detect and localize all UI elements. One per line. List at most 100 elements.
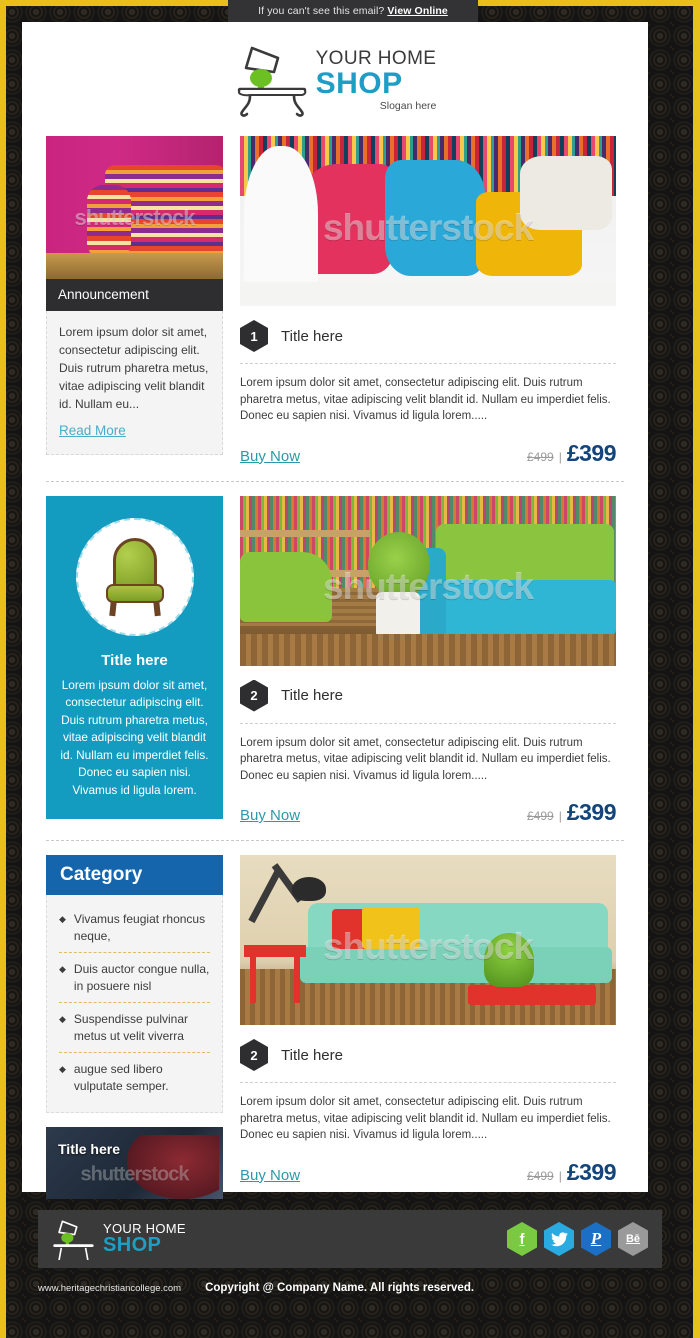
image-watermark: shutterstock [80, 1163, 189, 1186]
copyright-row: www.heritagechristiancollege.com Copyrig… [38, 1282, 662, 1294]
section-two: Title here Lorem ipsum dolor sit amet, c… [22, 495, 648, 827]
product-three-title: Title here [281, 1046, 343, 1064]
logo-primary-text: YOUR HOME [315, 47, 437, 69]
image-watermark: shutterstock [322, 206, 534, 248]
image-watermark: shutterstock [322, 566, 534, 608]
current-price: £399 [566, 439, 617, 466]
product-three-image: shutterstock [240, 855, 616, 1025]
diamond-bullet-icon: ◆ [59, 1064, 66, 1074]
section-divider [46, 480, 624, 482]
old-price: £499 [527, 449, 554, 464]
product-one-footer: Buy Now £499 | £399 [240, 439, 617, 467]
diamond-bullet-icon: ◆ [59, 914, 66, 924]
category-item-label: Duis auctor congue nulla, in posuere nis… [73, 962, 210, 993]
old-price: £499 [527, 1168, 554, 1183]
pinterest-p-glyph: P [590, 1229, 602, 1248]
category-item-label: augue sed libero vulputate semper. [73, 1062, 169, 1093]
feature-teal-box: Title here Lorem ipsum dolor sit amet, c… [46, 495, 223, 819]
product-number-badge: 1 [240, 320, 268, 352]
product-three-description: Lorem ipsum dolor sit amet, consectetur … [240, 1096, 611, 1141]
announcement-title: Announcement [46, 279, 223, 311]
category-heading: Category [46, 855, 223, 895]
border-right-accent [693, 0, 700, 1338]
copyright-text: Copyright @ Company Name. All rights res… [205, 1282, 475, 1294]
preheader-text: If you can't see this email? [258, 5, 385, 17]
product-one-description: Lorem ipsum dolor sit amet, consectetur … [240, 377, 611, 422]
divider [240, 363, 616, 364]
category-list-item[interactable]: ◆ Vivamus feugiat rhoncus neque, [59, 903, 210, 953]
price-separator: | [558, 809, 562, 823]
diamond-bullet-icon: ◆ [59, 964, 66, 974]
old-price: £499 [527, 809, 554, 823]
table-lamp-icon [53, 1220, 94, 1260]
category-list-item[interactable]: ◆ Suspendisse pulvinar metus ut velit vi… [59, 1003, 210, 1053]
product-three-price: £499 | £399 [527, 1158, 617, 1186]
feature-title: Title here [101, 651, 168, 669]
current-price: £399 [566, 799, 617, 825]
current-price: £399 [566, 1158, 617, 1185]
footer-website-url[interactable]: www.heritagechristiancollege.com [38, 1283, 181, 1294]
logo-slogan: Slogan here [379, 99, 437, 112]
product-one-title: Title here [281, 327, 343, 345]
divider [240, 1082, 616, 1083]
product-two-description: Lorem ipsum dolor sit amet, consectetur … [240, 736, 611, 782]
product-two-header: 2 Title here [240, 679, 616, 712]
footer-logo-primary: YOUR HOME [103, 1220, 186, 1236]
preheader-bar: If you can't see this email? View Online [228, 0, 478, 22]
feature-image [75, 517, 194, 636]
title-banner[interactable]: Title here shutterstock [46, 1127, 223, 1199]
pinterest-icon[interactable]: P [581, 1222, 611, 1256]
product-two-image: shutterstock [240, 495, 616, 666]
buy-now-button[interactable]: Buy Now [240, 807, 300, 824]
product-number-badge: 2 [240, 679, 268, 712]
header-logo[interactable]: YOUR HOME SHOP Slogan here [22, 22, 648, 118]
read-more-link[interactable]: Read More [59, 423, 126, 438]
announcement-panel: shutterstock Announcement Lorem ipsum do… [46, 136, 223, 467]
product-two: shutterstock 2 Title here Lorem ipsum do… [240, 495, 617, 827]
behance-icon[interactable]: Bē [618, 1222, 648, 1256]
social-links: f P Bē [507, 1222, 648, 1256]
category-list: ◆ Vivamus feugiat rhoncus neque, ◆ Duis … [46, 895, 223, 1113]
divider [240, 722, 616, 724]
product-two-title: Title here [281, 687, 343, 704]
product-one-price: £499 | £399 [527, 439, 617, 467]
footer-logo[interactable]: YOUR HOME SHOP [52, 1218, 186, 1260]
border-left-accent [0, 0, 6, 1338]
logo-secondary-text: SHOP [315, 66, 403, 100]
footer-bar: YOUR HOME SHOP f P Bē [38, 1210, 662, 1268]
announcement-body: Lorem ipsum dolor sit amet, consectetur … [46, 311, 223, 455]
announcement-text: Lorem ipsum dolor sit amet, consectetur … [59, 325, 209, 411]
image-watermark: shutterstock [322, 925, 534, 967]
diamond-bullet-icon: ◆ [59, 1014, 66, 1024]
twitter-icon[interactable] [544, 1222, 574, 1256]
category-list-item[interactable]: ◆ augue sed libero vulputate semper. [59, 1053, 210, 1102]
feature-panel: Title here Lorem ipsum dolor sit amet, c… [46, 495, 223, 827]
armchair-illustration [104, 537, 166, 616]
product-three-footer: Buy Now £499 | £399 [240, 1158, 617, 1186]
category-item-label: Suspendisse pulvinar metus ut velit vive… [73, 1012, 188, 1043]
product-three: shutterstock 2 Title here Lorem ipsum do… [240, 855, 617, 1199]
announcement-image: shutterstock [46, 136, 223, 279]
product-two-price: £499 | £399 [527, 799, 617, 826]
table-lamp-icon [237, 46, 306, 117]
title-banner-label: Title here [58, 1141, 120, 1157]
twitter-bird-glyph [550, 1231, 568, 1246]
buy-now-button[interactable]: Buy Now [240, 448, 300, 465]
product-two-footer: Buy Now £499 | £399 [240, 799, 617, 826]
product-one-image: shutterstock [240, 136, 616, 306]
category-panel: Category ◆ Vivamus feugiat rhoncus neque… [46, 855, 223, 1199]
facebook-icon[interactable]: f [507, 1222, 537, 1256]
image-watermark: shutterstock [74, 204, 195, 230]
price-separator: | [558, 1168, 562, 1183]
feature-text: Lorem ipsum dolor sit amet, consectetur … [60, 677, 209, 797]
category-list-item[interactable]: ◆ Duis auctor congue nulla, in posuere n… [59, 953, 210, 1003]
category-item-label: Vivamus feugiat rhoncus neque, [73, 912, 206, 943]
email-body-card: YOUR HOME SHOP Slogan here shutterstock … [22, 22, 648, 1199]
product-one: shutterstock 1 Title here Lorem ipsum do… [240, 136, 617, 467]
product-one-header: 1 Title here [240, 320, 616, 352]
view-online-link[interactable]: View Online [387, 5, 447, 17]
buy-now-button[interactable]: Buy Now [240, 1167, 300, 1184]
footer-logo-secondary: SHOP [103, 1234, 162, 1257]
section-three: Category ◆ Vivamus feugiat rhoncus neque… [22, 855, 648, 1199]
section-divider [46, 840, 624, 841]
